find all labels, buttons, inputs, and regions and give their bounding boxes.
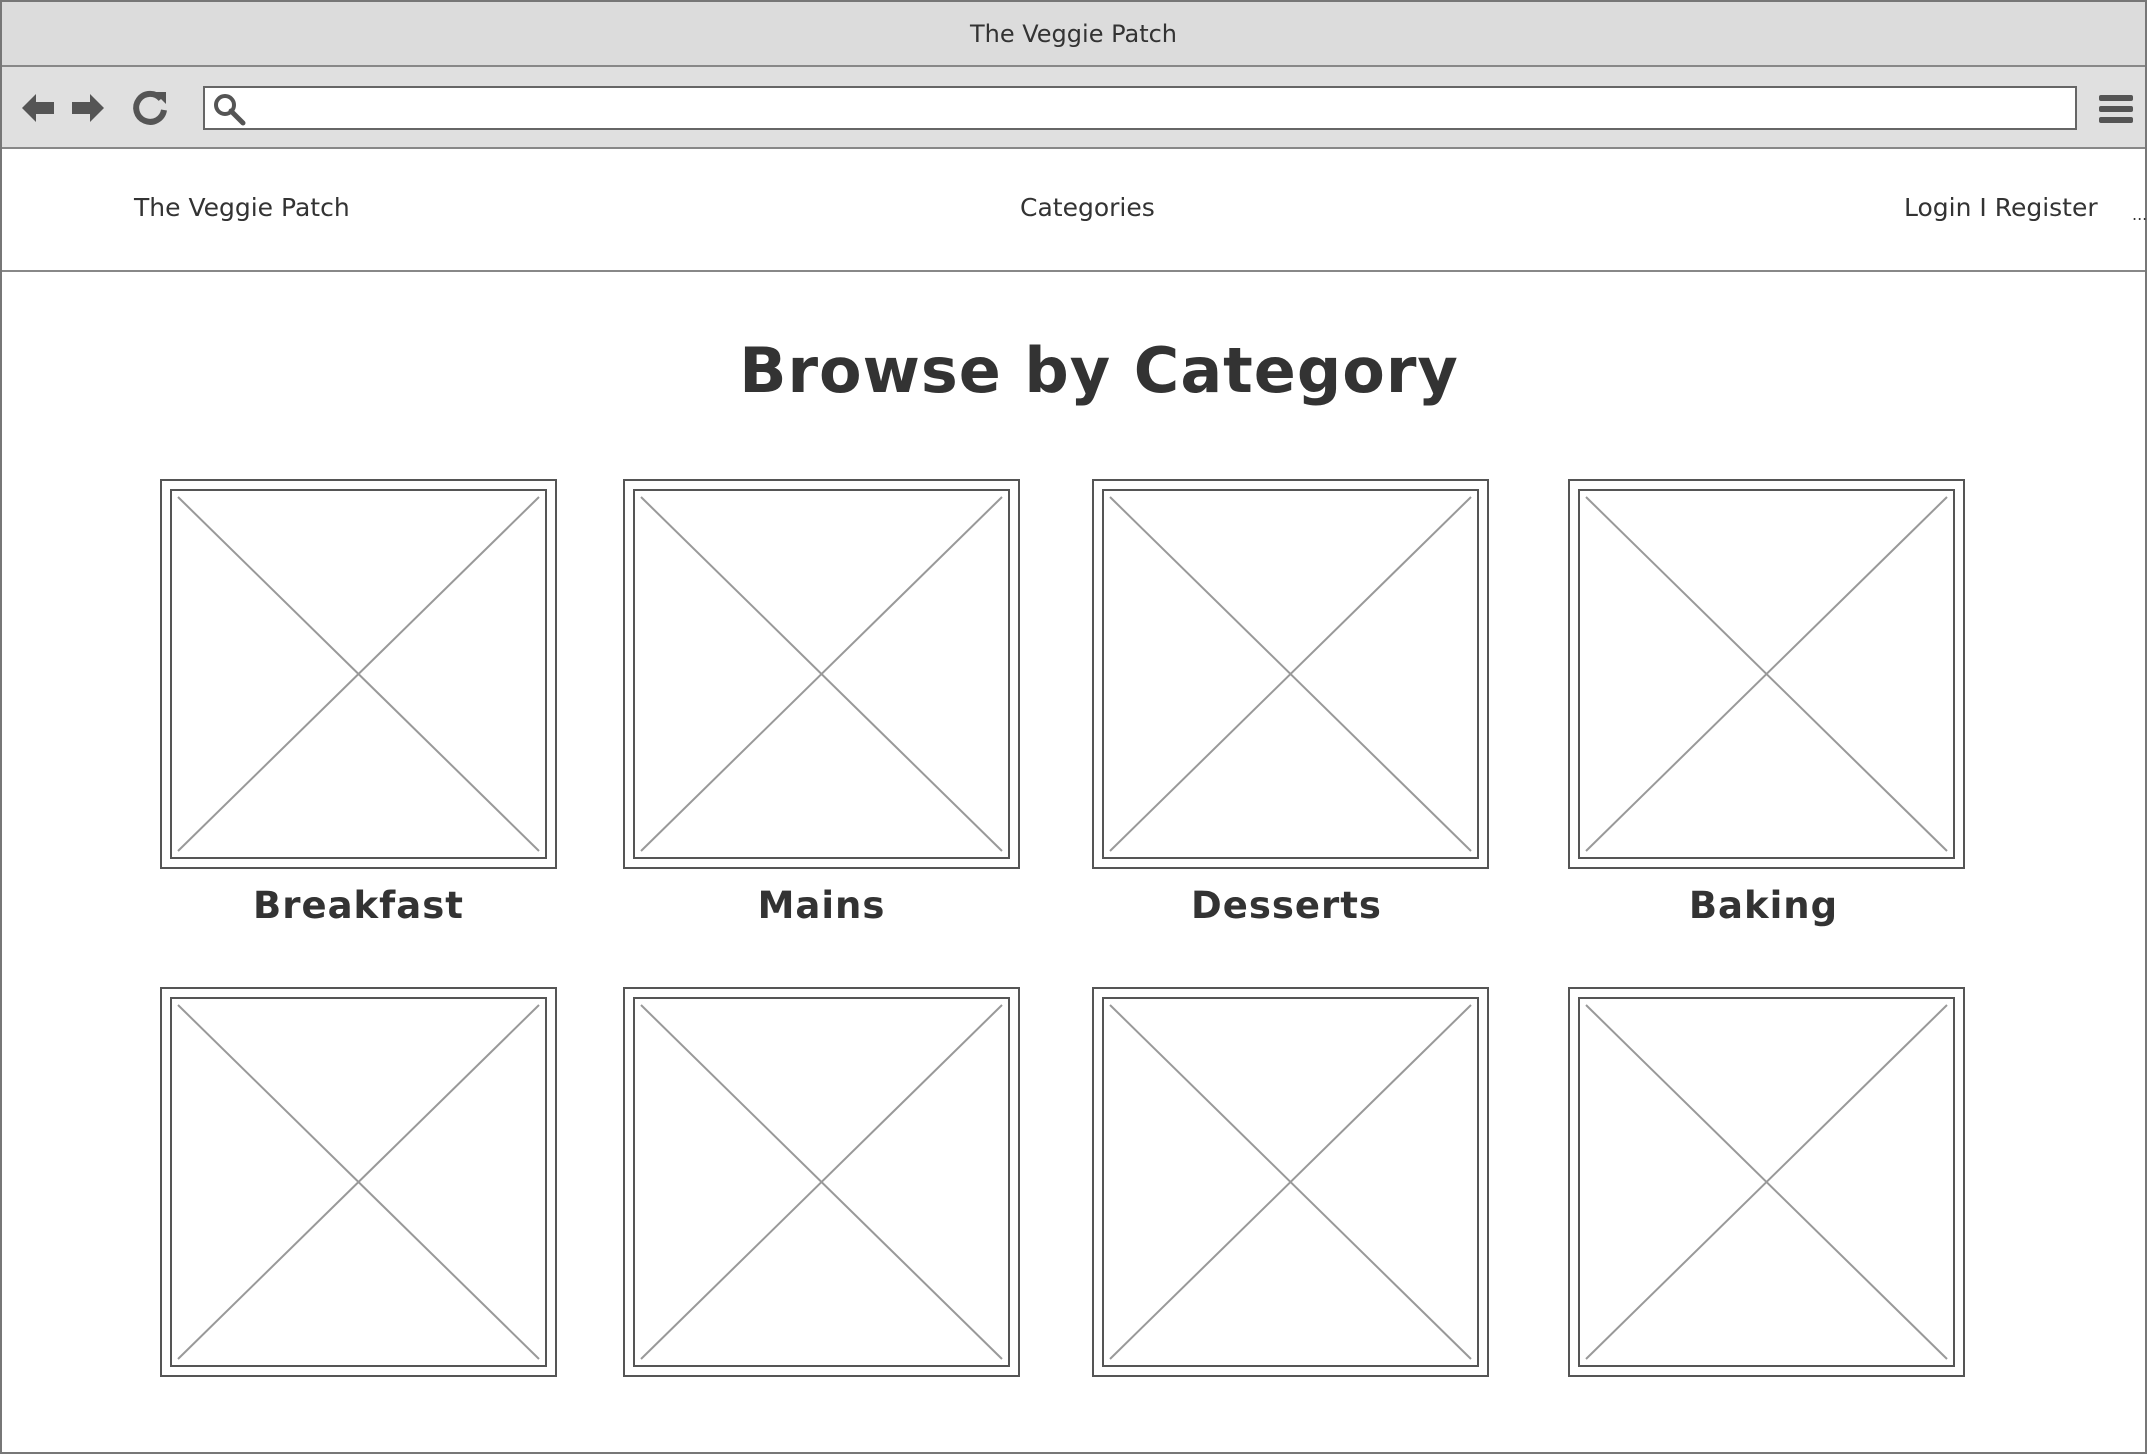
category-tile-mains[interactable]: [623, 479, 1020, 869]
category-tile-baking[interactable]: [1568, 479, 1965, 869]
category-tile-desserts[interactable]: [1092, 479, 1489, 869]
category-tile[interactable]: [160, 987, 557, 1377]
brand-link[interactable]: The Veggie Patch: [134, 193, 350, 222]
back-button[interactable]: [18, 88, 58, 128]
site-header: The Veggie Patch Categories Login I Regi…: [2, 149, 2147, 272]
window-title: The Veggie Patch: [969, 19, 1178, 48]
image-placeholder-icon: [640, 496, 1003, 852]
category-tile-breakfast[interactable]: [160, 479, 557, 869]
image-placeholder-icon: [640, 1004, 1003, 1360]
login-register-link[interactable]: Login I Register: [1904, 193, 2098, 222]
image-placeholder-icon: [177, 496, 540, 852]
categories-link[interactable]: Categories: [1020, 193, 1155, 222]
page-title: Browse by Category: [739, 334, 1459, 407]
category-tile[interactable]: [1092, 987, 1489, 1377]
browser-toolbar: [2, 67, 2145, 149]
category-label[interactable]: Breakfast: [160, 884, 557, 927]
category-label[interactable]: Mains: [623, 884, 1020, 927]
image-placeholder-icon: [1585, 1004, 1948, 1360]
url-input[interactable]: [255, 88, 2059, 130]
browser-menu-button[interactable]: [2096, 89, 2136, 129]
category-label[interactable]: Desserts: [1088, 884, 1485, 927]
category-label[interactable]: Baking: [1565, 884, 1962, 927]
more-indicator: ...: [2132, 205, 2147, 224]
address-bar[interactable]: [203, 86, 2077, 130]
back-arrow-icon: [22, 94, 54, 122]
forward-arrow-icon: [72, 94, 104, 122]
browser-window: The Veggie Patch The Veggie Patch Catego…: [0, 0, 2147, 1454]
image-placeholder-icon: [1585, 496, 1948, 852]
window-titlebar: The Veggie Patch: [2, 2, 2145, 67]
hamburger-menu-icon: [2099, 95, 2133, 123]
forward-button[interactable]: [68, 88, 108, 128]
main-content: Browse by Category Breakfast Mains Desse…: [2, 272, 2145, 1432]
image-placeholder-icon: [1109, 1004, 1472, 1360]
image-placeholder-icon: [177, 1004, 540, 1360]
image-placeholder-icon: [1109, 496, 1472, 852]
reload-icon: [133, 90, 167, 125]
category-tile[interactable]: [623, 987, 1020, 1377]
reload-button[interactable]: [130, 88, 170, 128]
category-tile[interactable]: [1568, 987, 1965, 1377]
search-icon: [214, 94, 246, 126]
